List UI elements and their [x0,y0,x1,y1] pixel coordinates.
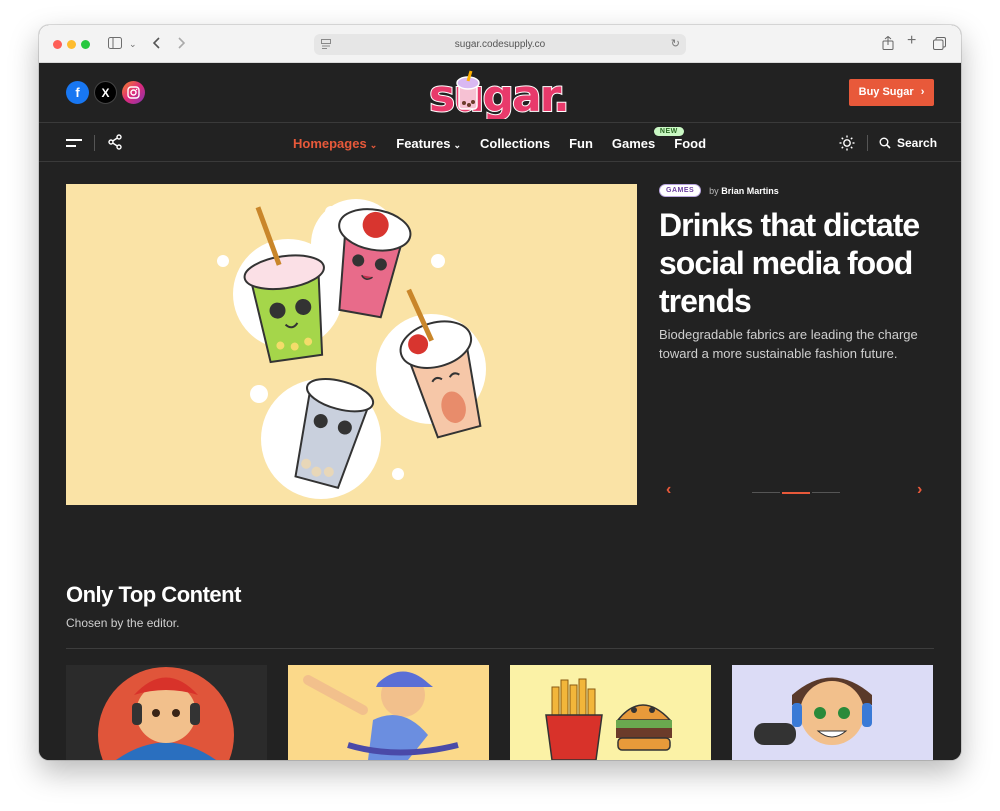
x-icon[interactable]: X [94,81,117,104]
slider-next-icon[interactable]: › [917,481,922,499]
post-card-image[interactable] [288,665,489,760]
theme-toggle-icon[interactable] [839,135,855,151]
back-icon[interactable] [153,37,161,49]
browser-toolbar: ⌄ sugar.codesupply.co ↻ + [39,25,961,63]
divider [94,135,95,151]
share-page-icon[interactable] [882,36,894,50]
nav-item-food[interactable]: Food [674,136,706,151]
fries-burger-illustration [545,678,672,760]
nav-item-features[interactable]: Features ⌄ [396,136,461,151]
post-card-image[interactable] [66,665,267,760]
author-link[interactable]: Brian Martins [721,186,779,196]
reload-icon[interactable]: ↻ [671,34,680,55]
nav-item-label: Fun [569,135,593,151]
page-icon [321,39,331,49]
nav-item-label: Homepages [293,135,367,151]
boba-drinks-illustration [217,199,486,499]
address-bar[interactable]: sugar.codesupply.co ↻ [314,34,686,55]
share-icon[interactable] [107,134,123,150]
chevron-down-icon: ⌄ [453,139,461,150]
post-card-image[interactable] [510,665,711,760]
gamer-boy-illustration [98,667,234,760]
skater-illustration [303,671,459,760]
gamer-controller-illustration [754,677,872,745]
zoom-window-button[interactable] [81,40,90,49]
sidebar-toggle-icon[interactable] [108,37,122,49]
nav-item-label: Food [674,135,707,151]
instagram-icon[interactable] [122,81,145,104]
hero-excerpt: Biodegradable fabrics are leading the ch… [659,327,918,361]
section-title: Only Top Content [66,582,241,607]
nav-item-label: Games [611,135,656,151]
section-subtitle: Chosen by the editor. [66,616,180,630]
section-divider [66,648,934,649]
search-icon [879,137,891,149]
site-logo[interactable]: sugar. [429,69,574,119]
slider-dot[interactable] [752,492,780,493]
nav-menu: Homepages ⌄ Features ⌄ Collections Fun Gam… [293,124,725,162]
site-header: f X sugar. Buy Sugar › [39,63,961,123]
post-card-image[interactable] [732,665,933,760]
category-badge[interactable]: GAMES [659,184,702,197]
chevron-down-icon: ⌄ [369,139,378,150]
chevron-right-icon: › [920,86,925,98]
nav-item-label: Collections [480,135,551,151]
new-tab-icon[interactable]: + [907,33,916,49]
logo-wordmark: sugar. [429,71,568,119]
slider-dot-active[interactable] [782,492,810,494]
nav-item-games[interactable]: Games NEW [611,126,684,151]
buy-sugar-button[interactable]: Buy Sugar › [849,79,934,106]
close-window-button[interactable] [53,40,62,49]
hero-image[interactable] [66,184,637,505]
url-text: sugar.codesupply.co [454,39,546,50]
nav-item-fun[interactable]: Fun [569,136,593,151]
slider-prev-icon[interactable]: ‹ [666,481,671,499]
byline: by Brian Martins [709,186,779,196]
search-label: Search [897,136,938,150]
hero-title[interactable]: Drinks that dictate social media food tr… [659,206,949,320]
site-page: f X sugar. Buy Sugar › Homepages ⌄ Featu… [39,63,961,760]
hero-meta: GAMES by Brian Martins [659,184,779,197]
nav-item-homepages[interactable]: Homepages ⌄ [293,136,377,151]
tab-overview-icon[interactable] [933,37,946,50]
menu-icon[interactable] [66,139,82,148]
search-button[interactable]: Search [879,136,937,150]
facebook-icon[interactable]: f [66,81,89,104]
nav-item-label: Features [396,135,451,151]
browser-window: ⌄ sugar.codesupply.co ↻ + f X sugar. Buy… [39,25,961,760]
nav-item-collections[interactable]: Collections [480,136,550,151]
slider-dot[interactable] [812,492,840,493]
chevron-down-icon[interactable]: ⌄ [129,37,137,51]
minimize-window-button[interactable] [67,40,76,49]
buy-sugar-label: Buy Sugar [858,86,914,98]
slider-pagination [752,492,840,494]
byline-prefix: by [709,185,719,196]
divider [867,135,868,151]
main-navigation: Homepages ⌄ Features ⌄ Collections Fun Gam… [39,124,961,162]
new-badge: NEW [653,126,684,136]
forward-icon[interactable] [177,37,185,49]
